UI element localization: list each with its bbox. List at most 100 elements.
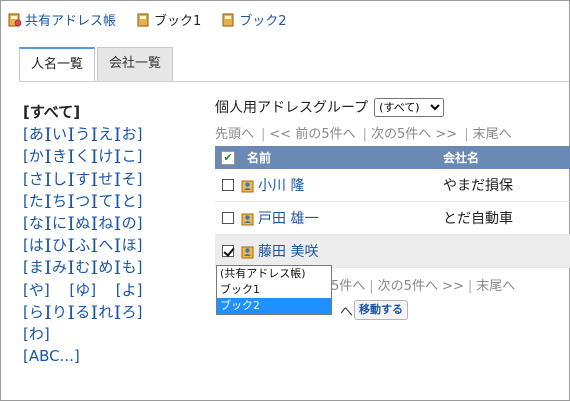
row-checkbox-cell <box>215 245 241 257</box>
kana-link[interactable]: [ゆ] <box>69 279 96 301</box>
kana-link[interactable]: [へ] <box>93 234 120 256</box>
kana-link[interactable]: [い] <box>46 123 73 145</box>
kana-link[interactable]: [ち] <box>46 190 73 212</box>
kana-link[interactable]: [れ] <box>93 301 120 323</box>
select-all-checkbox[interactable]: ✔ <box>221 150 235 165</box>
pager-prev: << 前の5件へ <box>269 127 356 142</box>
kana-spacer <box>46 279 69 301</box>
kana-link[interactable]: [つ] <box>69 190 96 212</box>
address-group-label: 個人用アドレスグループ <box>215 100 369 116</box>
move-option-book2[interactable]: ブック2 <box>217 298 331 314</box>
pager-last: 末尾へ <box>472 127 512 142</box>
row-checkbox-cell <box>215 179 241 191</box>
book-2-label[interactable]: ブック2 <box>239 10 286 29</box>
kana-link[interactable]: [り] <box>46 301 73 323</box>
row-name-link[interactable]: 小川 隆 <box>258 175 304 195</box>
move-button[interactable]: 移動する <box>354 300 408 320</box>
kana-link[interactable]: [ま] <box>23 256 50 278</box>
tab-bar: 人名一覧 会社一覧 <box>19 47 175 81</box>
pager-bottom: 5件へ | 次の5件へ >> | 末尾へ <box>331 275 515 294</box>
move-option-shared[interactable]: (共有アドレス帳) <box>217 266 331 282</box>
kana-link[interactable]: [ほ] <box>116 234 143 256</box>
pager-top: 先頭へ | << 前の5件へ | 次の5件へ >> | 末尾へ <box>215 123 515 142</box>
row-checkbox-checked[interactable] <box>222 245 234 257</box>
kana-row-ha: [は] [ひ] [ふ] [へ] [ほ] <box>23 234 143 256</box>
column-header-name: 名前 <box>247 151 272 165</box>
kana-row-ka: [か] [き] [く] [け] [こ] <box>23 145 143 167</box>
row-company: やまだ損保 <box>443 178 513 194</box>
kana-link[interactable]: [は] <box>23 234 50 256</box>
pager-prev-partial: 5件へ <box>331 279 366 294</box>
kana-link[interactable]: [う] <box>69 123 96 145</box>
kana-link[interactable]: [こ] <box>116 145 143 167</box>
address-group-filter: 個人用アドレスグループ (すべて) <box>215 97 445 117</box>
move-option-book1[interactable]: ブック1 <box>217 282 331 298</box>
kana-link[interactable]: [む] <box>69 256 96 278</box>
kana-link[interactable]: [ね] <box>93 212 120 234</box>
kana-link[interactable]: [た] <box>23 190 50 212</box>
select-all-cell: ✔ <box>215 150 241 165</box>
person-card-icon <box>241 180 254 192</box>
kana-link[interactable]: [ら] <box>23 301 50 323</box>
kana-link[interactable]: [る] <box>69 301 96 323</box>
kana-link[interactable]: [も] <box>116 256 143 278</box>
kana-link[interactable]: [な] <box>23 212 50 234</box>
move-destination-dropdown-list[interactable]: (共有アドレス帳) ブック1 ブック2 <box>216 265 332 315</box>
row-name-cell: 藤田 美咲 <box>241 241 436 261</box>
row-name-cell: 戸田 雄一 <box>241 208 436 228</box>
kana-link[interactable]: [ぬ] <box>69 212 96 234</box>
kana-link[interactable]: [か] <box>23 145 50 167</box>
book-shared[interactable]: 共有アドレス帳 <box>7 10 116 29</box>
kana-link[interactable]: [さ] <box>23 168 50 190</box>
kana-all: [すべて] <box>23 103 81 121</box>
address-group-select[interactable]: (すべて) <box>374 97 445 117</box>
kana-link[interactable]: [ふ] <box>69 234 96 256</box>
kana-link[interactable]: [め] <box>93 256 120 278</box>
kana-link[interactable]: [け] <box>93 145 120 167</box>
row-company: とだ自動車 <box>443 211 513 227</box>
kana-link[interactable]: [く] <box>69 145 96 167</box>
pager-separator: | <box>464 127 469 142</box>
row-checkbox[interactable] <box>222 179 234 191</box>
kana-row-ya: [や] [ゆ] [よ] <box>23 279 143 301</box>
kana-link[interactable]: [の] <box>116 212 143 234</box>
tab-people-list[interactable]: 人名一覧 <box>19 47 96 81</box>
kana-row-ta: [た] [ち] [つ] [て] [と] <box>23 190 143 212</box>
kana-link[interactable]: [て] <box>93 190 120 212</box>
table-row: 戸田 雄一 とだ自動車 <box>215 202 570 235</box>
row-name-link[interactable]: 藤田 美咲 <box>258 241 318 261</box>
kana-link[interactable]: [せ] <box>93 168 120 190</box>
kana-link[interactable]: [き] <box>46 145 73 167</box>
row-checkbox[interactable] <box>222 212 234 224</box>
kana-link[interactable]: [そ] <box>116 168 143 190</box>
kana-link[interactable]: [し] <box>46 168 73 190</box>
kana-link[interactable]: [に] <box>46 212 73 234</box>
kana-link[interactable]: [お] <box>116 123 143 145</box>
pager-separator: | <box>362 127 367 142</box>
kana-index: [すべて] [あ] [い] [う] [え] [お] [か] [き] [く] [け… <box>23 101 143 367</box>
kana-link[interactable]: [わ] <box>23 323 50 345</box>
kana-link[interactable]: [ろ] <box>116 301 143 323</box>
kana-link-abc[interactable]: [ABC...] <box>23 345 91 367</box>
kana-link[interactable]: [え] <box>93 123 120 145</box>
pager-separator: | <box>467 279 473 294</box>
kana-link[interactable]: [み] <box>46 256 73 278</box>
book-2[interactable]: ブック2 <box>221 10 287 29</box>
book-shared-label[interactable]: 共有アドレス帳 <box>25 10 116 29</box>
kana-link[interactable]: [す] <box>69 168 96 190</box>
people-table: ✔ 名前 会社名 小川 隆 やまだ損保 戸田 雄一 とだ自動車 藤田 美咲 <box>215 146 570 268</box>
kana-link[interactable]: [ひ] <box>46 234 73 256</box>
shared-book-icon <box>8 13 22 26</box>
kana-row-wa: [わ] <box>23 323 139 345</box>
book-1-label: ブック1 <box>154 13 202 29</box>
pager-separator: | <box>261 127 266 142</box>
row-name-link[interactable]: 戸田 雄一 <box>258 208 318 228</box>
kana-link[interactable]: [や] <box>23 279 50 301</box>
table-header: ✔ 名前 会社名 <box>215 146 570 169</box>
kana-link[interactable]: [よ] <box>116 279 143 301</box>
person-card-icon <box>241 246 254 258</box>
tab-company-list[interactable]: 会社一覧 <box>97 47 174 81</box>
book-1: ブック1 <box>136 10 201 29</box>
kana-link[interactable]: [あ] <box>23 123 50 145</box>
kana-link[interactable]: [と] <box>116 190 143 212</box>
